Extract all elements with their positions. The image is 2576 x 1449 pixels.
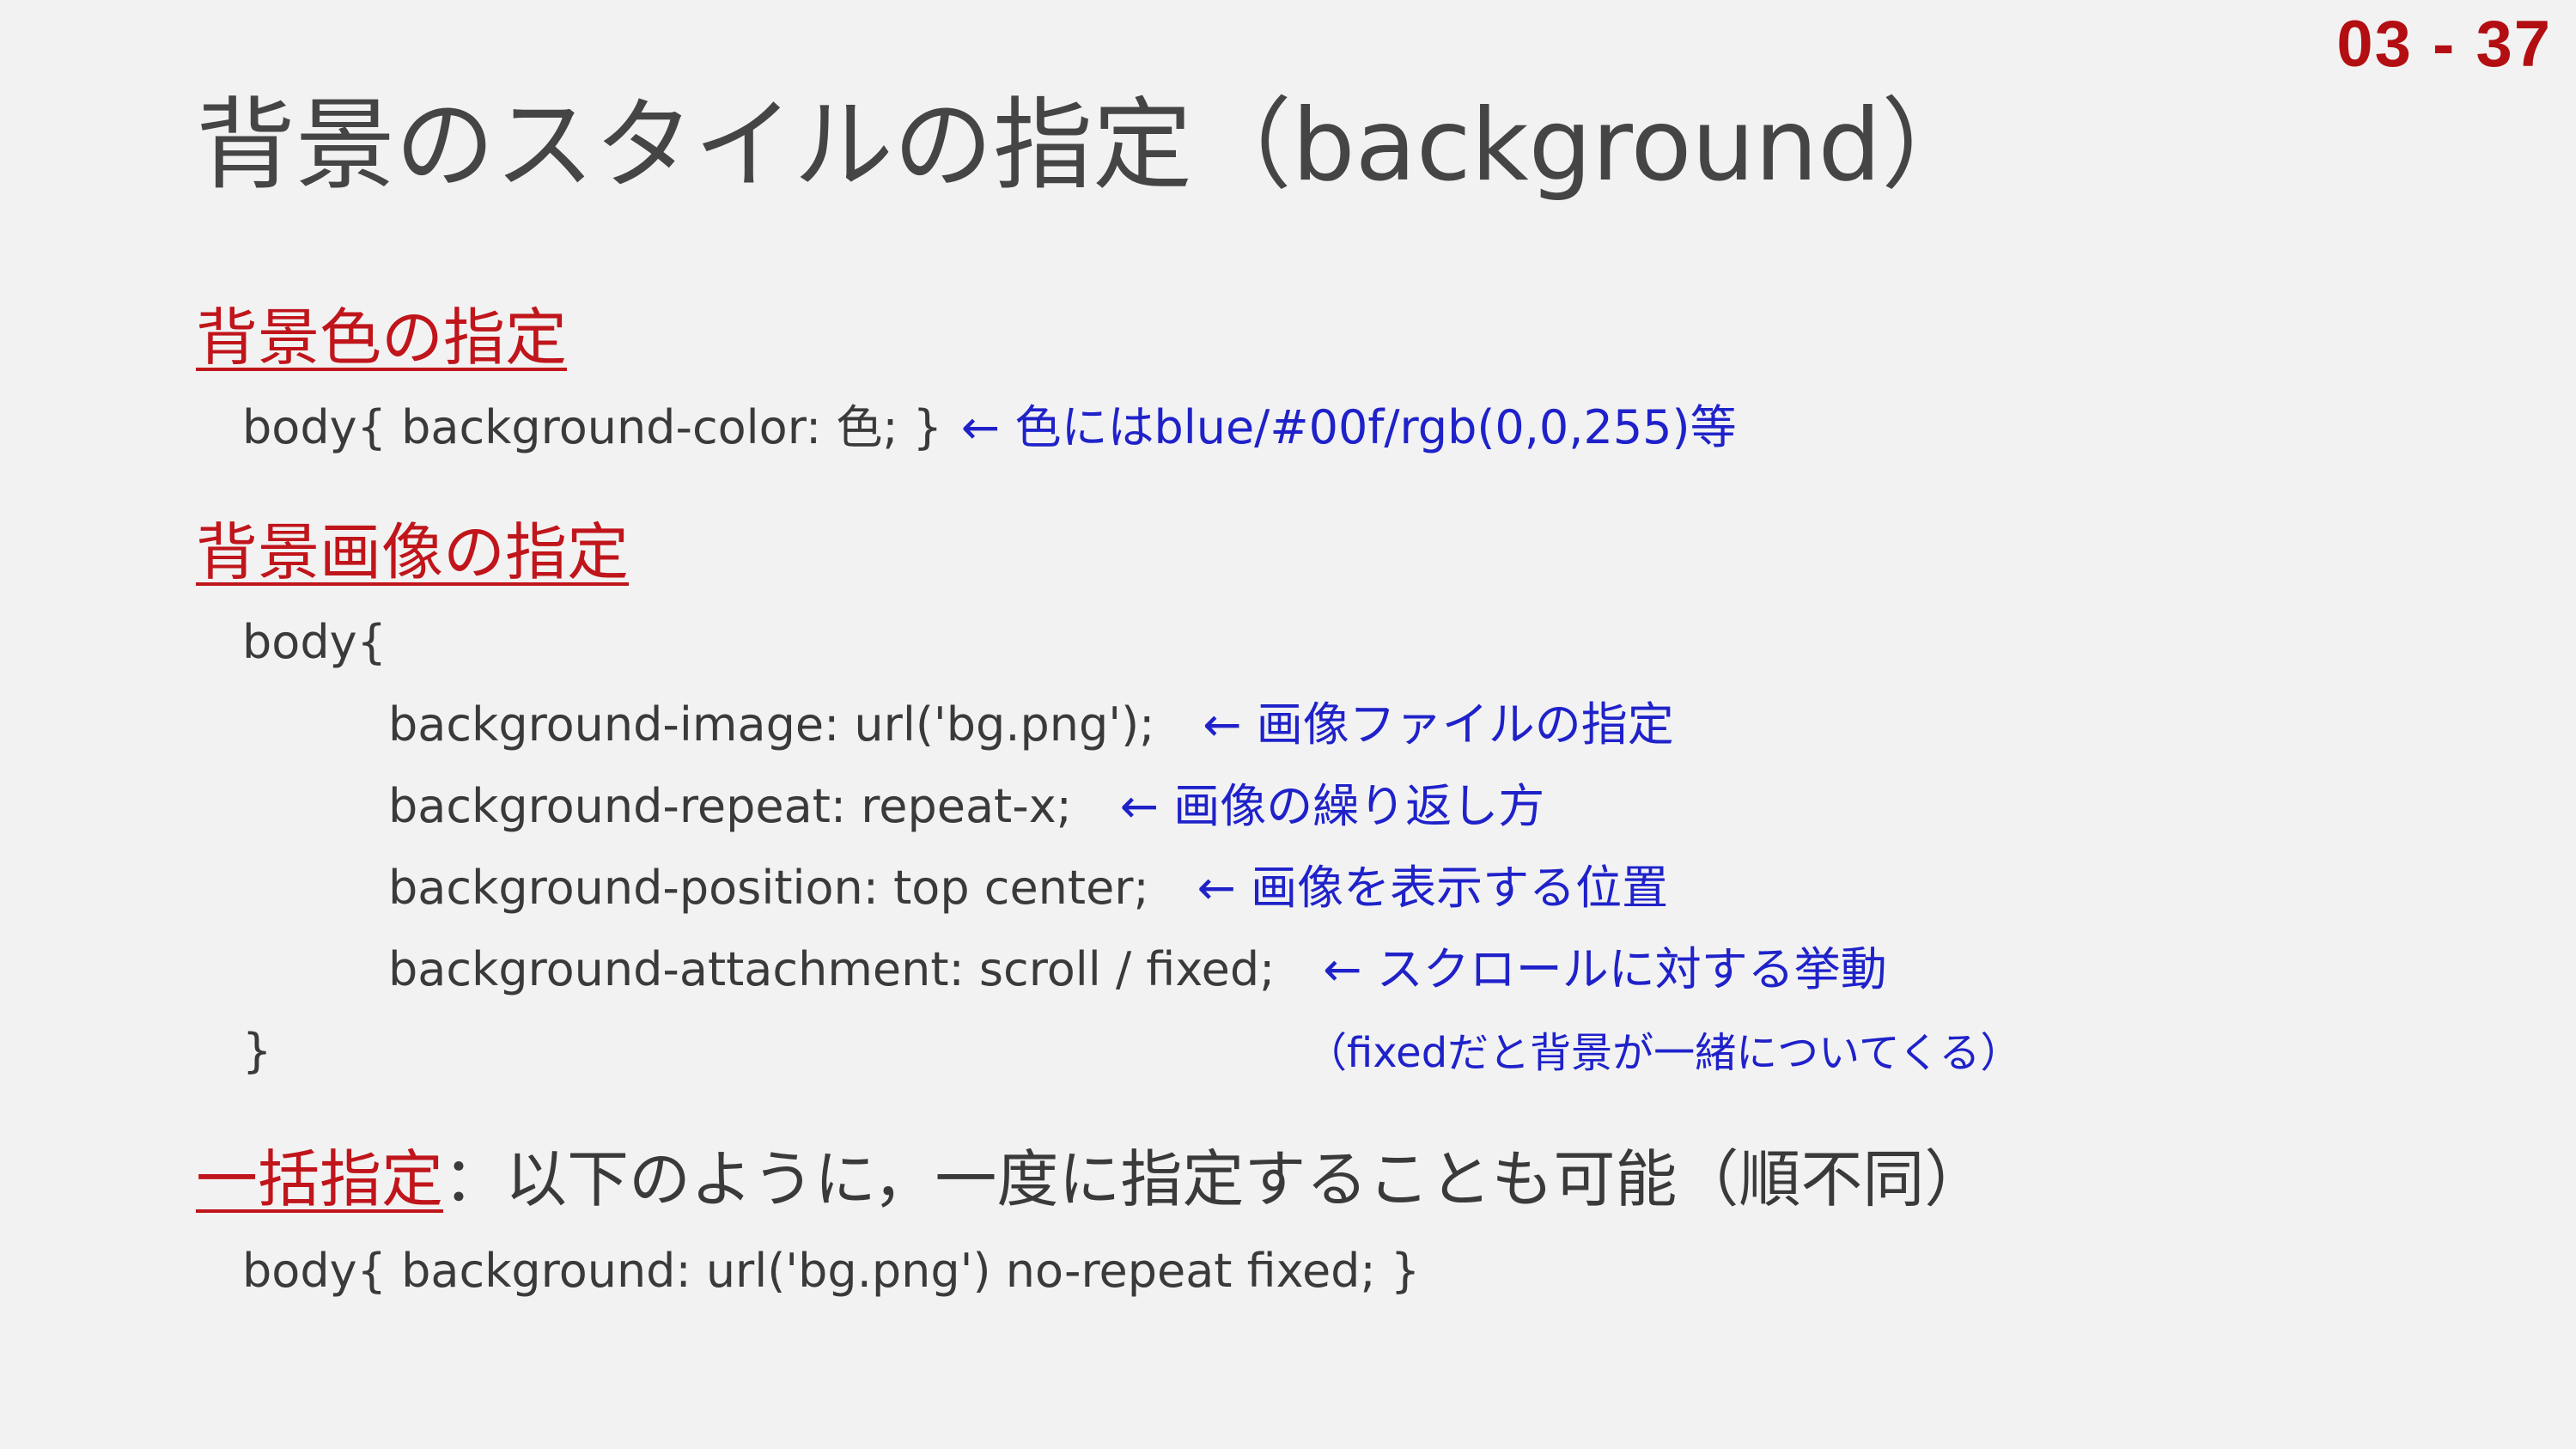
bg-color-note: ← 色にはblue/#00f/rgb(0,0,255)等 — [961, 400, 1737, 454]
heading-bg-color: 背景色の指定 — [196, 301, 568, 374]
shorthand-code: body{ background: url('bg.png') no-repea… — [242, 1244, 1421, 1298]
heading-bg-image: 背景画像の指定 — [196, 516, 630, 588]
shorthand-heading-row: 一括指定 ：以下のように，一度に指定することも可能（順不同） — [196, 1142, 1986, 1216]
bg-image-line-3: background-position: top center; ← 画像を表示… — [388, 861, 1668, 916]
bg-image-close-brace: } — [242, 1024, 272, 1078]
slide-title: 背景のスタイルの指定（background） — [196, 88, 1982, 204]
shorthand-description: ：以下のように，一度に指定することも可能（順不同） — [443, 1143, 1987, 1215]
bg-color-line: body{ background-color: 色; } ← 色にはblue/#… — [242, 400, 1737, 456]
bg-image-note: ← 画像ファイルの指定 — [1203, 697, 1674, 752]
bg-repeat-code: background-repeat: repeat-x; — [388, 779, 1072, 833]
bg-image-line-1: background-image: url('bg.png'); ← 画像ファイ… — [388, 697, 1674, 753]
bg-image-line-2: background-repeat: repeat-x; ← 画像の繰り返し方 — [388, 779, 1544, 835]
bg-image-line-4: background-attachment: scroll / fixed; ←… — [388, 942, 1887, 998]
bg-attachment-note: ← スクロールに対する挙動 — [1323, 942, 1887, 996]
bg-position-code: background-position: top center; — [388, 861, 1149, 915]
heading-shorthand: 一括指定 — [196, 1143, 444, 1215]
bg-attachment-sub-note: （fixedだと背景が一緒についてくる） — [1306, 1029, 2022, 1077]
page-number: 03 - 37 — [2336, 8, 2552, 81]
bg-image-code: background-image: url('bg.png'); — [388, 697, 1155, 752]
bg-image-open-brace: body{ — [242, 615, 387, 669]
bg-color-code: body{ background-color: 色; } — [242, 400, 943, 454]
bg-position-note: ← 画像を表示する位置 — [1197, 861, 1669, 915]
bg-attachment-code: background-attachment: scroll / fixed; — [388, 942, 1276, 996]
bg-repeat-note: ← 画像の繰り返し方 — [1119, 779, 1545, 833]
